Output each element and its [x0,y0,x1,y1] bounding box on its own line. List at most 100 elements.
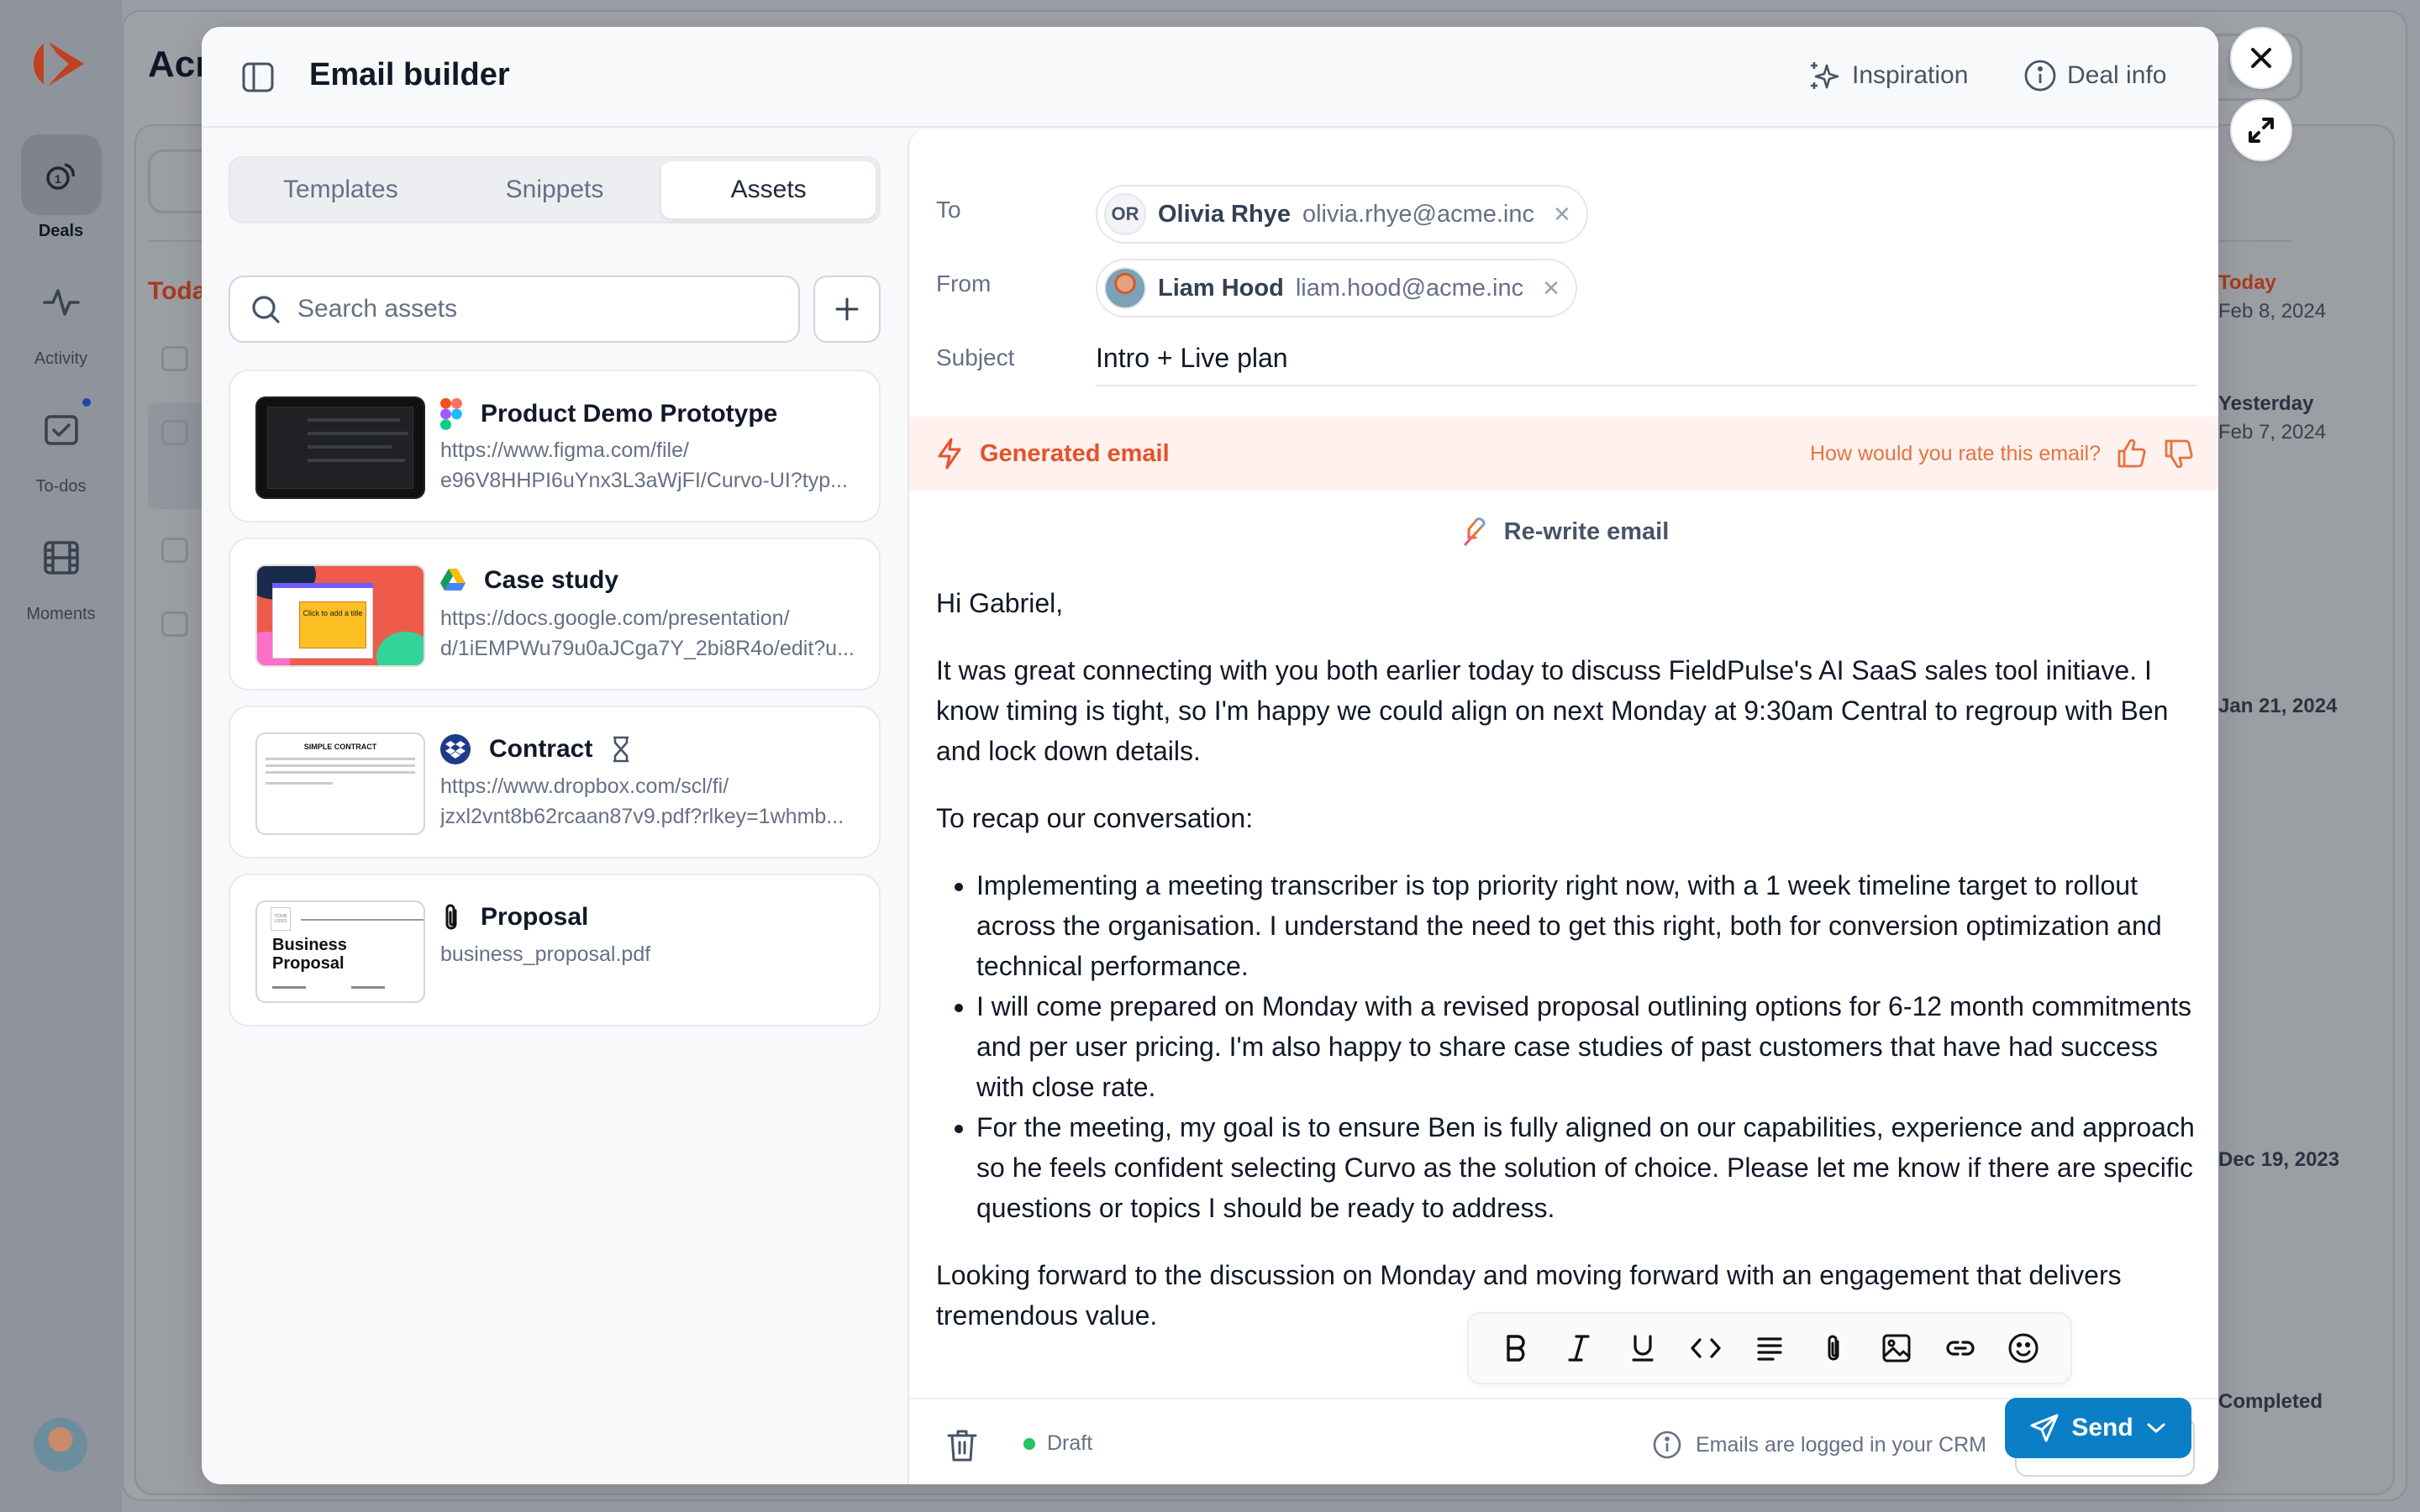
image-button[interactable] [1873,1325,1920,1372]
thumbs-down-button[interactable] [2163,438,2195,470]
asset-card-product-demo[interactable]: Product Demo Prototype https://www.figma… [229,370,881,522]
background-checkbox [161,612,188,637]
rewrite-email-button[interactable]: Re-write email [909,516,2218,548]
emoji-button[interactable] [2000,1325,2047,1372]
asset-name: Proposal [481,903,589,931]
email-greeting: Hi Gabriel, [936,588,1064,618]
hourglass-icon [613,736,629,763]
email-body-editor[interactable]: Hi Gabriel, It was great connecting with… [936,583,2196,1364]
app-rail: 1 Deals Activity To-dos Moments [0,0,122,1512]
formatting-toolbar [1467,1312,2072,1384]
plus-icon [835,297,859,321]
email-bullet: I will come prepared on Monday with a re… [976,986,2196,1107]
background-checkbox [161,346,188,371]
recipient-name: Olivia Rhye [1158,200,1291,228]
activity-icon [42,289,80,316]
bold-button[interactable] [1492,1325,1539,1372]
asset-thumbnail [255,396,425,499]
italic-icon [1568,1335,1590,1362]
to-label: To [936,197,961,223]
email-bullet-list: Implementing a meeting transcriber is to… [976,865,2196,1228]
figma-icon [440,398,462,430]
background-page-title: Acr [148,44,210,85]
asset-thumbnail: Click to add a title [255,564,425,667]
subject-input[interactable] [1096,331,2196,386]
asset-name: Case study [484,566,619,594]
inspiration-button[interactable]: Inspiration [1808,59,1968,92]
rail-item-deals[interactable]: 1 Deals [0,134,122,241]
asset-url: https://docs.google.com/presentation/ d/… [440,606,855,660]
rail-item-todos[interactable]: To-dos [0,390,122,496]
user-avatar[interactable] [34,1418,87,1472]
code-icon [1691,1338,1722,1358]
recipient-email: olivia.rhye@acme.inc [1302,200,1535,228]
align-left-icon [1757,1337,1782,1361]
asset-header: Case study [440,566,618,595]
remove-sender-icon[interactable]: ✕ [1542,276,1560,302]
send-button[interactable]: Send [2005,1398,2191,1458]
asset-card-contract[interactable]: SIMPLE CONTRACT Contract https://www.dro… [229,706,881,858]
asset-name: Contract [489,735,593,763]
emoji-icon [2008,1333,2039,1363]
thumbs-up-button[interactable] [2116,438,2148,470]
thumbs-down-icon [2165,439,2193,469]
send-icon [2030,1414,2059,1442]
google-drive-icon [440,569,466,591]
italic-button[interactable] [1555,1325,1602,1372]
modal-title: Email builder [309,57,510,92]
sidebar-toggle-icon[interactable] [242,62,274,92]
asset-url: https://www.dropbox.com/scl/fi/ jzxl2vnt… [440,774,844,828]
image-icon [1882,1334,1911,1362]
modal-header: Email builder Inspiration Deal info [202,27,2218,128]
sparkle-icon [1811,62,1839,89]
feather-pen-icon [1464,517,1486,546]
background-checkbox [161,538,188,563]
deal-info-button[interactable]: Deal info [2023,59,2166,92]
brand-logo [33,42,84,86]
sender-chip[interactable]: Liam Hood liam.hood@acme.inc ✕ [1096,259,1577,318]
subject-label: Subject [936,344,1015,370]
add-asset-button[interactable] [813,276,881,343]
asset-header: Contract [440,734,631,764]
asset-thumbnail: YOUR LOGO Business Proposal [255,900,425,1003]
asset-header: Proposal [440,902,588,932]
tab-snippets[interactable]: Snippets [448,161,662,218]
info-icon [1653,1431,1681,1459]
asset-card-case-study[interactable]: Click to add a title Case study https://… [229,538,881,690]
tab-assets[interactable]: Assets [661,161,876,218]
todo-icon [44,415,78,445]
attach-button[interactable] [1810,1325,1857,1372]
rating-prompt: How would you rate this email? [1810,441,2101,465]
remove-recipient-icon[interactable]: ✕ [1553,202,1571,228]
assets-panel: Templates Snippets Assets Product Demo P… [202,129,908,1484]
align-button[interactable] [1746,1325,1793,1372]
close-icon [2251,48,2271,68]
expand-icon [2249,118,2274,143]
code-button[interactable] [1682,1325,1729,1372]
asset-filename: business_proposal.pdf [440,942,651,966]
sender-email: liam.hood@acme.inc [1295,274,1524,302]
timeline-entry: Yesterday Feb 7, 2024 [2218,392,2327,444]
close-modal-button[interactable] [2230,27,2292,89]
delete-draft-icon[interactable] [946,1428,978,1463]
rail-item-moments[interactable]: Moments [0,517,122,624]
expand-modal-button[interactable] [2230,99,2292,161]
dropbox-icon [440,734,471,764]
email-bullet: For the meeting, my goal is to ensure Be… [976,1107,2196,1228]
email-builder-modal: Email builder Inspiration Deal info Temp… [202,27,2218,1484]
rail-item-activity[interactable]: Activity [0,262,122,369]
bold-icon [1507,1335,1525,1362]
asset-search [229,276,800,343]
tab-templates[interactable]: Templates [234,161,448,218]
chevron-down-icon[interactable] [2145,1420,2167,1436]
link-icon [1946,1341,1975,1356]
asset-card-proposal[interactable]: YOUR LOGO Business Proposal Proposal bus… [229,874,881,1026]
link-button[interactable] [1937,1325,1984,1372]
sender-avatar [1104,267,1146,309]
asset-search-input[interactable] [297,295,768,323]
underline-button[interactable] [1619,1325,1666,1372]
email-paragraph: It was great connecting with you both ea… [936,655,2169,766]
recipient-chip[interactable]: OR Olivia Rhye olivia.rhye@acme.inc ✕ [1096,185,1588,244]
timeline-entry: Jan 21, 2024 [2218,695,2338,717]
email-bullet: Implementing a meeting transcriber is to… [976,865,2196,986]
